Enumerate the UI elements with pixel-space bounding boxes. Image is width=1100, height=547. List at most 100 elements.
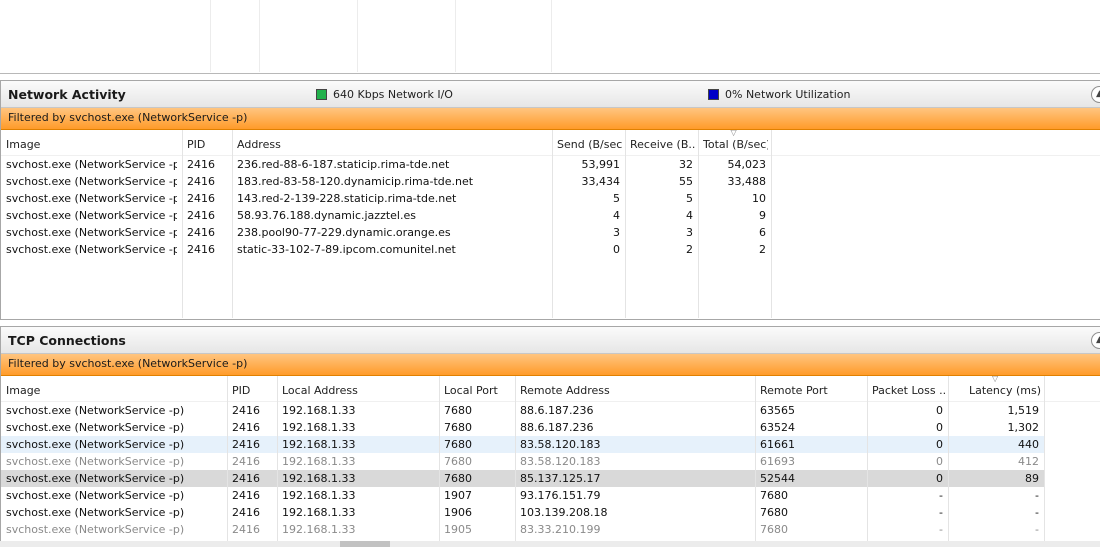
column-header-network-4[interactable]: Receive (B... — [630, 130, 695, 156]
table-cell: 2416 — [232, 404, 260, 417]
table-cell: - — [939, 523, 943, 536]
table-cell: 2416 — [187, 192, 215, 205]
table-cell: 143.red-2-139-228.staticip.rima-tde.net — [237, 192, 457, 205]
column-divider[interactable] — [948, 376, 949, 544]
tcp-connections-section: TCP Connections ▲ Filtered by svchost.ex… — [0, 326, 1100, 547]
table-cell: 52544 — [760, 472, 795, 485]
table-row[interactable]: svchost.exe (NetworkService -p) 2416 192.1… — [1, 402, 1044, 419]
network-activity-table: Image PID Address Send (B/sec) Receive (B...… — [1, 128, 1100, 318]
column-header-network-1[interactable]: PID — [187, 130, 229, 156]
table-cell: 1,519 — [1007, 404, 1040, 417]
sort-descending-icon: ▽ — [730, 128, 737, 137]
table-cell: 440 — [1018, 438, 1039, 451]
table-row[interactable]: svchost.exe (NetworkService -p) 2416 183.r… — [1, 173, 771, 190]
network-activity-header[interactable]: Network Activity 640 Kbps Network I/O 0%… — [1, 80, 1100, 108]
table-cell: 1,302 — [1007, 421, 1040, 434]
column-header-tcp-4[interactable]: Remote Address — [520, 376, 752, 402]
table-cell: 83.58.120.183 — [520, 455, 601, 468]
column-divider[interactable] — [515, 376, 516, 544]
table-cell: 0 — [936, 421, 943, 434]
table-cell: 2 — [686, 243, 693, 256]
table-row[interactable]: svchost.exe (NetworkService -p) 2416 236.r… — [1, 156, 771, 173]
table-cell: 3 — [686, 226, 693, 239]
chevron-up-icon[interactable]: ▲ — [1091, 332, 1100, 349]
sort-descending-icon: ▽ — [992, 374, 999, 383]
tcp-connections-table: Image PID Local Address Local Port Remote Ad… — [1, 374, 1100, 544]
tcp-filter-bar: Filtered by svchost.exe (NetworkService … — [1, 354, 1100, 376]
table-cell: 32 — [679, 158, 693, 171]
table-cell: 53,991 — [581, 158, 621, 171]
table-row[interactable]: svchost.exe (NetworkService -p) 2416 192.1… — [1, 436, 1044, 453]
grid-line — [259, 0, 260, 72]
table-cell: 54,023 — [727, 158, 767, 171]
table-cell: 2416 — [232, 438, 260, 451]
table-cell: 103.139.208.18 — [520, 506, 608, 519]
column-divider[interactable] — [771, 130, 772, 318]
table-cell: svchost.exe (NetworkService -p) — [6, 472, 185, 485]
table-cell: svchost.exe (NetworkService -p) — [6, 226, 177, 239]
column-header-tcp-1[interactable]: PID — [232, 376, 274, 402]
table-cell: 192.168.1.33 — [282, 472, 356, 485]
table-cell: 192.168.1.33 — [282, 489, 356, 502]
table-row[interactable]: svchost.exe (NetworkService -p) 2416 192.1… — [1, 419, 1044, 436]
table-cell: 0 — [936, 404, 943, 417]
table-row[interactable]: svchost.exe (NetworkService -p) 2416 192.1… — [1, 470, 1044, 487]
table-row[interactable]: svchost.exe (NetworkService -p) 2416 192.1… — [1, 521, 1044, 538]
table-cell: - — [1035, 523, 1039, 536]
column-header-network-3[interactable]: Send (B/sec) — [557, 130, 622, 156]
table-cell: svchost.exe (NetworkService -p) — [6, 438, 185, 451]
table-cell: svchost.exe (NetworkService -p) — [6, 158, 177, 171]
chevron-up-icon[interactable]: ▲ — [1091, 86, 1100, 103]
table-cell: 2416 — [232, 489, 260, 502]
table-row[interactable]: svchost.exe (NetworkService -p) 2416 238.p… — [1, 224, 771, 241]
network-io-swatch-icon — [316, 89, 327, 100]
column-header-network-0[interactable]: Image — [6, 130, 179, 156]
table-cell: 5 — [613, 192, 620, 205]
table-cell: svchost.exe (NetworkService -p) — [6, 523, 185, 536]
network-utilization-swatch-icon — [708, 89, 719, 100]
column-divider[interactable] — [232, 130, 233, 318]
table-cell: 236.red-88-6-187.staticip.rima-tde.net — [237, 158, 450, 171]
column-divider[interactable] — [552, 130, 553, 318]
column-divider[interactable] — [698, 130, 699, 318]
column-divider[interactable] — [439, 376, 440, 544]
column-header-tcp-6[interactable]: Packet Loss ... — [872, 376, 945, 402]
table-row[interactable]: svchost.exe (NetworkService -p) 2416 192.1… — [1, 487, 1044, 504]
table-row[interactable]: svchost.exe (NetworkService -p) 2416 192.1… — [1, 504, 1044, 521]
network-table-header: Image PID Address Send (B/sec) Receive (B...… — [1, 128, 1100, 156]
table-cell: 2416 — [187, 243, 215, 256]
column-divider[interactable] — [1044, 376, 1045, 544]
column-header-tcp-3[interactable]: Local Port — [444, 376, 512, 402]
column-divider[interactable] — [182, 130, 183, 318]
tcp-connections-title: TCP Connections — [8, 333, 126, 348]
tcp-table-body: svchost.exe (NetworkService -p) 2416 192.1… — [1, 402, 1100, 538]
table-cell: 9 — [759, 209, 766, 222]
network-activity-title: Network Activity — [8, 87, 126, 102]
table-row[interactable]: svchost.exe (NetworkService -p) 2416 58.93… — [1, 207, 771, 224]
table-cell: 4 — [613, 209, 620, 222]
table-cell: 0 — [936, 438, 943, 451]
column-divider[interactable] — [625, 130, 626, 318]
column-divider[interactable] — [227, 376, 228, 544]
table-cell: 192.168.1.33 — [282, 455, 356, 468]
table-row[interactable]: svchost.exe (NetworkService -p) 2416 192.1… — [1, 453, 1044, 470]
table-cell: 2416 — [232, 506, 260, 519]
column-divider[interactable] — [867, 376, 868, 544]
table-cell: 89 — [1025, 472, 1039, 485]
horizontal-scrollbar[interactable] — [0, 541, 1100, 547]
tcp-connections-header[interactable]: TCP Connections ▲ — [1, 326, 1100, 354]
column-header-tcp-0[interactable]: Image — [6, 376, 224, 402]
table-cell: 0 — [936, 455, 943, 468]
table-cell: 10 — [752, 192, 766, 205]
table-cell: 192.168.1.33 — [282, 421, 356, 434]
table-row[interactable]: svchost.exe (NetworkService -p) 2416 stati… — [1, 241, 771, 258]
column-divider[interactable] — [277, 376, 278, 544]
column-header-tcp-2[interactable]: Local Address — [282, 376, 436, 402]
column-header-tcp-5[interactable]: Remote Port — [760, 376, 864, 402]
column-header-network-2[interactable]: Address — [237, 130, 549, 156]
grid-line — [357, 0, 358, 72]
table-row[interactable]: svchost.exe (NetworkService -p) 2416 143.r… — [1, 190, 771, 207]
column-divider[interactable] — [755, 376, 756, 544]
top-graph-panel — [0, 0, 1100, 74]
horizontal-scrollbar-thumb[interactable] — [340, 541, 390, 547]
